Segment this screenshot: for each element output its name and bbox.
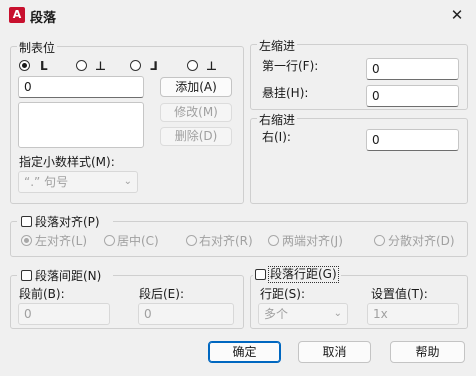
tab-right-radio[interactable] [130,60,141,71]
align-center-label: 居中(C) [117,234,159,248]
close-icon[interactable]: ✕ [448,6,466,24]
decimal-style-label: 指定小数样式(M): [19,155,115,169]
line-spacing-value: 多个 [264,307,289,321]
ok-button[interactable]: 确定 [208,341,281,363]
align-left-radio[interactable] [21,235,32,246]
chevron-down-icon: ⌄ [123,176,132,187]
align-distribute-label: 分散对齐(D) [388,234,455,248]
alignment-checkbox[interactable] [21,216,32,227]
tab-center-radio[interactable] [76,60,87,71]
tab-right-icon: ⅃ [150,59,158,73]
line-spacing-select[interactable]: 多个 ⌄ [258,303,348,325]
tab-decimal-icon: ⊥ [206,59,217,73]
add-tab-button[interactable]: 添加(A) [160,77,232,97]
tab-stop-input[interactable]: 0 [18,76,144,98]
setting-value-label: 设置值(T): [371,287,428,301]
tab-stop-list[interactable] [18,102,144,148]
line-spacing-label: 行距(S): [260,287,306,301]
delete-tab-button[interactable]: 删除(D) [160,127,232,146]
decimal-style-select[interactable]: “.” 句号 ⌄ [18,171,138,193]
spacing-after-label: 段后(E): [139,287,184,301]
line-spacing-checkbox-label[interactable]: 段落行距(G) [268,266,339,283]
alignment-checkbox-label[interactable]: 段落对齐(P) [35,213,100,230]
first-line-label: 第一行(F): [262,59,319,73]
right-input[interactable]: 0 [366,129,459,151]
spacing-checkbox[interactable] [21,270,32,281]
right-label: 右(I): [262,130,291,144]
align-justify-radio[interactable] [268,235,279,246]
autocad-app-icon: A [9,7,25,23]
title-bar [0,0,476,30]
decimal-style-value: “.” 句号 [24,175,69,189]
tab-decimal-radio[interactable] [187,60,198,71]
spacing-after-input[interactable]: 0 [138,303,234,325]
modify-tab-button[interactable]: 修改(M) [160,103,232,122]
help-button[interactable]: 帮助 [390,341,465,363]
align-center-radio[interactable] [104,235,115,246]
line-spacing-checkbox[interactable] [255,269,266,280]
tab-left-icon: L [40,59,48,73]
setting-value-input[interactable]: 1x [367,303,459,325]
spacing-before-label: 段前(B): [19,287,65,301]
align-justify-label: 两端对齐(J) [282,234,343,248]
chevron-down-icon: ⌄ [333,308,342,319]
align-distribute-radio[interactable] [374,235,385,246]
hanging-label: 悬挂(H): [262,86,309,100]
spacing-checkbox-label[interactable]: 段落间距(N) [35,267,101,284]
first-line-input[interactable]: 0 [366,58,459,80]
align-right-radio[interactable] [186,235,197,246]
tab-stops-legend: 制表位 [17,39,58,56]
hanging-input[interactable]: 0 [366,85,459,107]
cancel-button[interactable]: 取消 [298,341,371,363]
align-right-label: 右对齐(R) [199,234,253,248]
left-indent-legend: 左缩进 [257,37,298,54]
align-left-label: 左对齐(L) [35,234,88,248]
tab-center-icon: ⊥ [95,59,106,73]
right-indent-legend: 右缩进 [257,111,298,128]
spacing-before-input[interactable]: 0 [18,303,110,325]
tab-left-radio[interactable] [19,60,30,71]
window-title: 段落 [30,11,57,26]
